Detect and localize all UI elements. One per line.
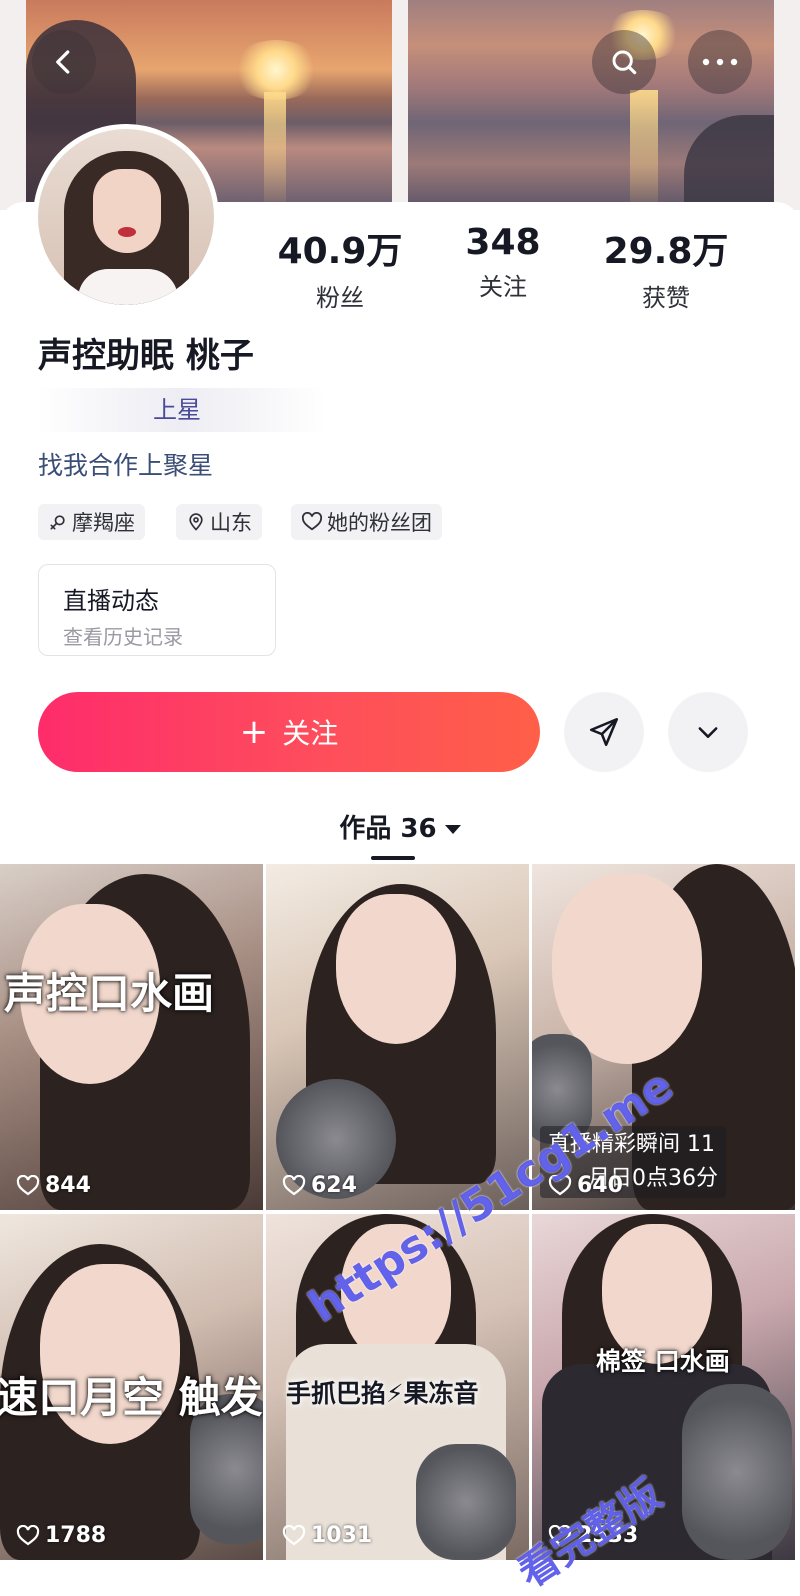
- tag-label: 山东: [210, 511, 252, 535]
- search-button[interactable]: [592, 30, 656, 94]
- video-likes: 844: [16, 1173, 91, 1198]
- search-icon: [612, 50, 637, 75]
- video-overlay-text: 棉签 口水画: [596, 1347, 730, 1376]
- video-item[interactable]: 624: [266, 864, 529, 1210]
- likes-count: 624: [311, 1173, 357, 1198]
- heart-outline-icon: [16, 1174, 40, 1195]
- cooperation-link[interactable]: 找我合作上聚星: [38, 446, 213, 482]
- video-item[interactable]: 声控口水画 844: [0, 864, 263, 1210]
- live-history-card[interactable]: 直播动态 查看历史记录: [38, 564, 276, 656]
- tag-location[interactable]: 山东: [176, 504, 262, 540]
- tab-underline: [371, 856, 415, 860]
- more-horizontal-icon: [702, 58, 738, 66]
- tag-fan-club[interactable]: 她的粉丝团: [291, 504, 442, 540]
- video-likes: 1788: [16, 1523, 106, 1548]
- stat-following[interactable]: 348 关注: [423, 222, 583, 302]
- likes-count: 1788: [45, 1523, 107, 1548]
- follow-label: 关注: [282, 717, 339, 750]
- back-button[interactable]: [32, 30, 96, 94]
- tab-works[interactable]: 作品 36: [0, 808, 800, 845]
- heart-outline-icon: [16, 1524, 40, 1545]
- stat-label: 关注: [479, 273, 527, 301]
- chevron-left-icon: [56, 50, 70, 74]
- stat-value: 29.8万: [603, 231, 729, 272]
- female-icon: [50, 515, 65, 530]
- chevron-down-icon: [698, 727, 718, 738]
- video-overlay-text: 声控口水画: [4, 969, 215, 1018]
- tag-constellation[interactable]: 摩羯座: [38, 504, 145, 540]
- share-button[interactable]: [564, 692, 644, 772]
- nickname: 声控助眠 桃子: [38, 336, 254, 376]
- stat-followers[interactable]: 40.9万 粉丝: [260, 222, 420, 313]
- stat-label: 获赞: [642, 284, 690, 312]
- location-pin-icon: [189, 513, 203, 531]
- plus-icon: +: [239, 712, 269, 752]
- caret-down-icon: [444, 825, 461, 834]
- video-overlay-text: 手抓巴掐⚡果冻音: [286, 1379, 479, 1408]
- stat-label: 粉丝: [316, 284, 364, 312]
- signature-partial-text: 上星: [153, 396, 201, 424]
- tab-works-label: 作品 36: [339, 814, 437, 844]
- tag-label: 摩羯座: [72, 511, 135, 535]
- likes-count: 640: [577, 1173, 623, 1198]
- video-likes: 624: [282, 1173, 357, 1198]
- live-history-subtitle: 查看历史记录: [63, 625, 183, 649]
- stat-value: 348: [465, 222, 541, 263]
- stat-likes[interactable]: 29.8万 获赞: [586, 222, 746, 313]
- follow-button[interactable]: + 关注: [38, 692, 540, 772]
- profile-page: 40.9万 粉丝 348 关注 29.8万 获赞 声控助眠 桃子 上星 找我合作…: [0, 0, 800, 1596]
- live-history-title: 直播动态: [63, 587, 159, 615]
- heart-outline-icon: [282, 1524, 306, 1545]
- likes-count: 844: [45, 1173, 91, 1198]
- video-overlay-text: 速口月空 触发: [0, 1373, 263, 1422]
- send-icon: [589, 717, 619, 747]
- video-likes: 1031: [282, 1523, 372, 1548]
- tag-label: 她的粉丝团: [327, 511, 432, 535]
- heart-outline-icon: [282, 1174, 306, 1195]
- likes-count: 1031: [311, 1523, 373, 1548]
- profile-stats: 40.9万 粉丝 348 关注 29.8万 获赞: [260, 222, 760, 312]
- more-button[interactable]: [688, 30, 752, 94]
- expand-button[interactable]: [668, 692, 748, 772]
- video-item[interactable]: 速口月空 触发 1788: [0, 1214, 263, 1560]
- heart-outline-icon: [301, 512, 323, 531]
- stat-value: 40.9万: [277, 231, 403, 272]
- avatar[interactable]: [33, 124, 219, 310]
